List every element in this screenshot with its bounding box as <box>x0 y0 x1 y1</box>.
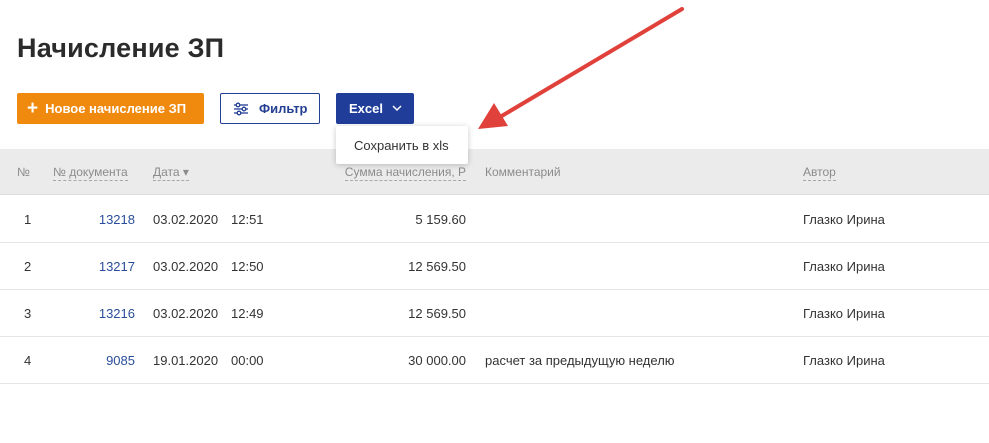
page-title: Начисление ЗП <box>17 33 225 63</box>
new-accrual-button[interactable]: + Новое начисление ЗП <box>17 93 204 124</box>
doc-link[interactable]: 9085 <box>106 353 135 368</box>
row-author: Глазко Ирина <box>803 212 885 227</box>
row-sum: 30 000.00 <box>408 353 466 368</box>
excel-label: Excel <box>349 101 383 116</box>
row-num: 3 <box>24 306 32 321</box>
row-num: 1 <box>24 212 32 227</box>
sliders-icon <box>234 102 248 115</box>
row-date: 03.02.2020 <box>153 259 219 274</box>
table-row[interactable]: 1 13218 03.02.2020 12:51 5 159.60 Глазко… <box>0 195 989 243</box>
row-sum: 5 159.60 <box>415 212 466 227</box>
row-date: 19.01.2020 <box>153 353 219 368</box>
col-header-doc[interactable]: № документа <box>53 165 128 181</box>
col-header-author[interactable]: Автор <box>803 165 836 181</box>
doc-link[interactable]: 13216 <box>99 306 135 321</box>
row-num: 2 <box>24 259 32 274</box>
table-row[interactable]: 4 9085 19.01.2020 00:00 30 000.00 расчет… <box>0 336 989 384</box>
filter-button[interactable]: Фильтр <box>220 93 320 124</box>
col-header-date[interactable]: Дата ▾ <box>153 165 189 181</box>
row-num: 4 <box>24 353 32 368</box>
row-time: 12:51 <box>231 212 264 227</box>
col-header-num: № <box>17 165 30 179</box>
row-time: 12:49 <box>231 306 264 321</box>
doc-link[interactable]: 13218 <box>99 212 135 227</box>
filter-label: Фильтр <box>259 101 308 116</box>
row-time: 00:00 <box>231 353 264 368</box>
col-header-comment: Комментарий <box>485 165 561 179</box>
table-header: № № документа Дата ▾ Сумма начисления, Р… <box>0 149 989 195</box>
row-date: 03.02.2020 <box>153 306 219 321</box>
plus-icon: + <box>27 98 39 119</box>
row-sum: 12 569.50 <box>408 306 466 321</box>
row-author: Глазко Ирина <box>803 259 885 274</box>
col-header-sum[interactable]: Сумма начисления, Р <box>344 165 466 181</box>
row-author: Глазко Ирина <box>803 353 885 368</box>
row-comment: расчет за предыдущую неделю <box>485 353 675 368</box>
new-accrual-label: Новое начисление ЗП <box>45 101 187 116</box>
excel-button[interactable]: Excel <box>336 93 414 124</box>
save-xls-menu-item[interactable]: Сохранить в xls <box>354 138 449 153</box>
doc-link[interactable]: 13217 <box>99 259 135 274</box>
chevron-down-icon <box>392 105 402 112</box>
table-row[interactable]: 3 13216 03.02.2020 12:49 12 569.50 Глазк… <box>0 289 989 337</box>
table-row[interactable]: 2 13217 03.02.2020 12:50 12 569.50 Глазк… <box>0 242 989 290</box>
excel-dropdown-menu: Сохранить в xls <box>336 126 468 164</box>
row-author: Глазко Ирина <box>803 306 885 321</box>
row-date: 03.02.2020 <box>153 212 219 227</box>
row-time: 12:50 <box>231 259 264 274</box>
row-sum: 12 569.50 <box>408 259 466 274</box>
